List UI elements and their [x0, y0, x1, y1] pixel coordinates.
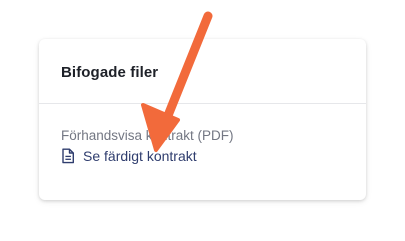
- document-icon: [61, 148, 75, 164]
- view-contract-link[interactable]: Se färdigt kontrakt: [61, 148, 197, 164]
- card-header: Bifogade filer: [39, 39, 366, 104]
- attachments-card: Bifogade filer Förhandsvisa kontrakt (PD…: [39, 39, 366, 200]
- view-contract-label: Se färdigt kontrakt: [83, 148, 197, 164]
- preview-label: Förhandsvisa kontrakt (PDF): [61, 128, 234, 143]
- page: Bifogade filer Förhandsvisa kontrakt (PD…: [0, 0, 405, 241]
- card-title: Bifogade filer: [61, 64, 159, 81]
